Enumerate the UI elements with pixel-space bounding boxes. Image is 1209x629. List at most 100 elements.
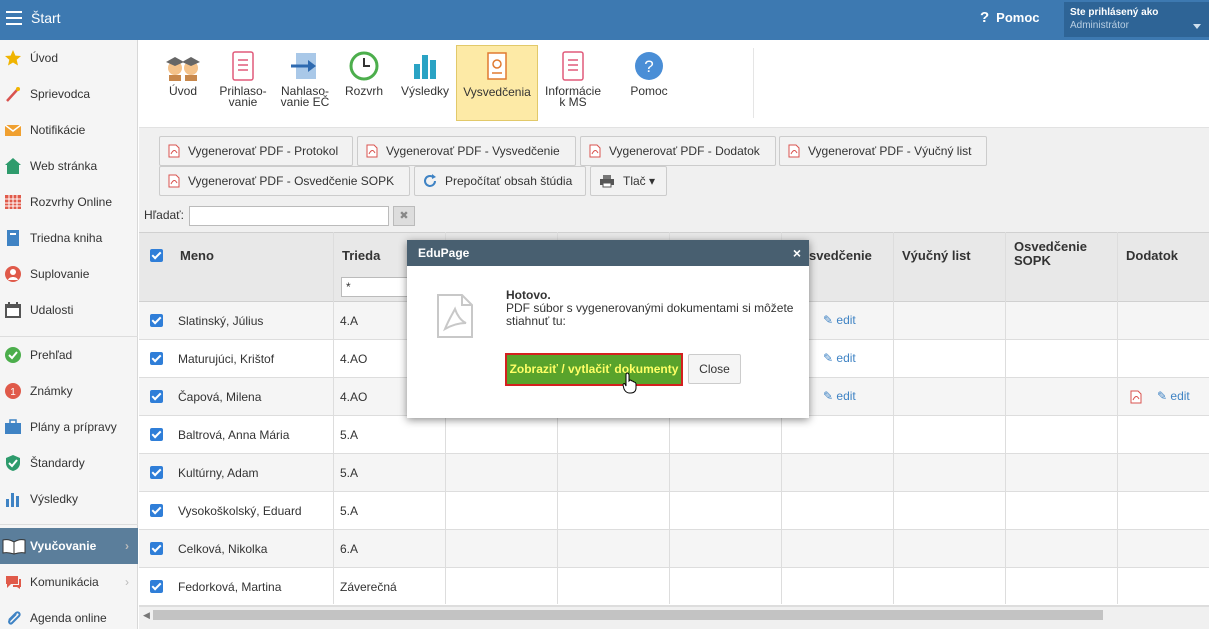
clear-search-button[interactable]: ✖	[393, 206, 415, 226]
tool-prihlasovanie[interactable]: Prihlaso-vanie	[215, 45, 271, 121]
star-icon	[5, 50, 21, 66]
edit-link[interactable]: ✎ edit	[823, 313, 856, 327]
sidebar-item-standardy[interactable]: Štandardy	[0, 445, 138, 481]
sidebar-item-znamky[interactable]: 1 Známky	[0, 373, 138, 409]
row-checkbox[interactable]	[150, 504, 163, 517]
row-checkbox[interactable]	[150, 428, 163, 441]
tool-vysledky[interactable]: Výsledky	[398, 45, 452, 121]
student-name: Celková, Nikolka	[178, 542, 268, 556]
edit-label: edit	[836, 313, 856, 327]
col-vyucny-list[interactable]: Výučný list	[902, 248, 971, 263]
sidebar-item-agenda[interactable]: Agenda online	[0, 600, 138, 629]
help-link[interactable]: ? Pomoc	[980, 9, 1040, 26]
student-name: Fedorková, Martina	[178, 580, 282, 594]
table-row[interactable]: Vysokoškolský, Eduard 5.A	[139, 492, 1209, 530]
menu-icon[interactable]	[6, 11, 22, 25]
horizontal-scrollbar[interactable]: ◀	[139, 606, 1209, 623]
sidebar-item-vysledky[interactable]: Výsledky	[0, 481, 138, 517]
row-checkbox[interactable]	[150, 542, 163, 555]
pdf-icon	[168, 144, 180, 158]
scroll-left-icon[interactable]: ◀	[143, 610, 150, 621]
button-label: Tlač ▾	[623, 174, 656, 188]
column-divider	[893, 232, 894, 604]
sidebar-item-udalosti[interactable]: Udalosti	[0, 292, 138, 328]
table-row[interactable]: Baltrová, Anna Mária 5.A	[139, 416, 1209, 454]
select-all-checkbox[interactable]	[150, 249, 163, 262]
row-checkbox[interactable]	[150, 314, 163, 327]
pdf-file-icon	[437, 294, 473, 338]
sidebar-item-plany[interactable]: Plány a prípravy	[0, 409, 138, 445]
sidebar-item-triedna-kniha[interactable]: Triedna kniha	[0, 220, 138, 256]
grid-icon	[5, 195, 21, 209]
paperclip-icon	[8, 611, 21, 625]
button-label: Vygenerovať PDF - Vysvedčenie	[386, 144, 560, 158]
tool-uvod[interactable]: Úvod	[157, 45, 209, 121]
sidebar-item-komunikacia[interactable]: Komunikácia ›	[0, 564, 138, 600]
edit-link[interactable]: ✎ edit	[823, 351, 856, 365]
show-print-documents-button[interactable]: Zobraziť / vytlačiť dokumenty	[505, 353, 683, 386]
tool-nahlasovanie[interactable]: Nahlaso-vanie EČ	[276, 45, 334, 121]
row-checkbox[interactable]	[150, 466, 163, 479]
shield-icon	[6, 455, 20, 471]
calendar-icon	[5, 302, 21, 318]
recalculate-button[interactable]: Prepočítať obsah štúdia	[414, 166, 586, 196]
search-label: Hľadať:	[144, 208, 185, 222]
tool-rozvrh[interactable]: Rozvrh	[341, 45, 387, 121]
gen-pdf-protokol-button[interactable]: Vygenerovať PDF - Protokol	[159, 136, 353, 166]
row-checkbox[interactable]	[150, 580, 163, 593]
pdf-icon[interactable]	[1130, 390, 1142, 404]
gen-pdf-dodatok-button[interactable]: Vygenerovať PDF - Dodatok	[580, 136, 776, 166]
button-label: Vygenerovať PDF - Výučný list	[808, 144, 972, 158]
row-checkbox[interactable]	[150, 390, 163, 403]
col-vysvedcenie[interactable]: svedčenie	[809, 248, 872, 263]
student-class: 5.A	[340, 504, 359, 518]
pencil-icon: ✎	[1157, 389, 1171, 403]
user-name: Administrátor	[1070, 20, 1129, 31]
sidebar-item-web-stranka[interactable]: Web stránka	[0, 148, 138, 184]
sidebar-item-rozvrhy-online[interactable]: Rozvrhy Online	[0, 184, 138, 220]
tool-informacie-ms[interactable]: Informácie k MS	[542, 45, 604, 121]
class-filter-input[interactable]: *	[341, 277, 411, 297]
tool-vysvedcenia[interactable]: Vysvedčenia	[456, 45, 538, 121]
sidebar-item-uvod[interactable]: Úvod	[0, 40, 138, 76]
sidebar-item-prehlad[interactable]: Prehľad	[0, 337, 138, 373]
table-row[interactable]: Fedorková, Martina Záverečná	[139, 568, 1209, 606]
sidebar-item-notifikacie[interactable]: Notifikácie	[0, 112, 138, 148]
edit-link[interactable]: ✎ edit	[1157, 389, 1190, 403]
column-divider	[1005, 232, 1006, 604]
close-icon[interactable]: ×	[793, 245, 801, 261]
search-input[interactable]	[189, 206, 389, 226]
gen-pdf-sopk-button[interactable]: Vygenerovať PDF - Osvedčenie SOPK	[159, 166, 410, 196]
sidebar-item-label: Komunikácia	[30, 575, 99, 589]
sidebar-item-sprievodca[interactable]: Sprievodca	[0, 76, 138, 112]
login-arrow-icon	[291, 53, 316, 79]
gen-pdf-vysvedcenie-button[interactable]: Vygenerovať PDF - Vysvedčenie	[357, 136, 576, 166]
close-button[interactable]: Close	[688, 354, 741, 384]
gen-pdf-vyucny-list-button[interactable]: Vygenerovať PDF - Výučný list	[779, 136, 987, 166]
tool-label: vanie EČ	[280, 95, 330, 109]
tool-pomoc[interactable]: ? Pomoc	[623, 45, 675, 121]
chevron-right-icon: ›	[125, 575, 129, 589]
user-menu[interactable]: Ste prihlásený ako Administrátor	[1064, 2, 1209, 37]
row-checkbox[interactable]	[150, 352, 163, 365]
table-row[interactable]: Celková, Nikolka 6.A	[139, 530, 1209, 568]
col-osvedcenie-sopk[interactable]: Osvedčenie SOPK	[1014, 240, 1104, 268]
print-button[interactable]: Tlač ▾	[590, 166, 667, 196]
sidebar-item-label: Štandardy	[30, 456, 85, 470]
table-row[interactable]: Kultúrny, Adam 5.A	[139, 454, 1209, 492]
sidebar-item-suplovanie[interactable]: Suplovanie	[0, 256, 138, 292]
sidebar-item-vyucovanie[interactable]: Vyučovanie ›	[0, 528, 138, 564]
edit-link[interactable]: ✎ edit	[823, 389, 856, 403]
scrollbar-thumb[interactable]	[153, 610, 1103, 620]
student-class: 4.A	[340, 314, 359, 328]
col-meno[interactable]: Meno	[180, 248, 214, 263]
button-label: Vygenerovať PDF - Osvedčenie SOPK	[188, 174, 395, 188]
col-dodatok[interactable]: Dodatok	[1126, 248, 1178, 263]
grade-icon: 1	[5, 383, 21, 399]
logged-as-label: Ste prihlásený ako	[1070, 7, 1159, 18]
column-divider	[333, 232, 334, 604]
page-title[interactable]: Štart	[31, 10, 61, 26]
student-class: 6.A	[340, 542, 359, 556]
col-trieda[interactable]: Trieda	[342, 248, 380, 263]
open-book-icon	[2, 539, 26, 555]
